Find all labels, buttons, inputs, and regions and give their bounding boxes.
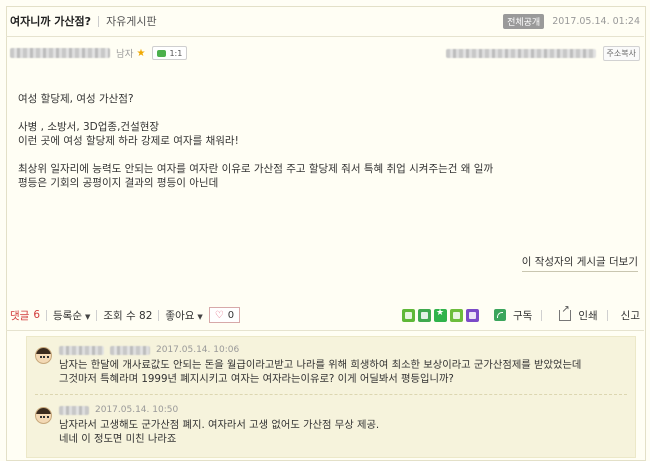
author-nickname-blurred[interactable] [10,48,110,58]
body-line: 이런 곳에 여성 할당제 하라 강제로 여자를 채워라! [18,135,239,147]
share-group: 구독 인쇄 신고 [402,304,640,323]
post-header: 여자니까 가산점? 자유게시판 전체공개 2017.05.14. 01:24 [10,11,640,31]
comment-text: 남자는 한달에 개사료값도 안되는 돈을 월급이라고받고 나라를 위해 희생하여… [59,359,582,371]
body-line: 평등은 기회의 공평이지 결과의 평등이 아닌데 [18,177,219,189]
comment-list: 2017.05.14. 10:06 남자는 한달에 개사료값도 안되는 돈을 월… [26,336,636,458]
board-link[interactable]: 자유게시판 [106,13,157,29]
post-body: 여성 할당제, 여성 가산점? 사병 , 소방서, 3D업종,건설현장 이런 곳… [18,92,630,191]
comment-text: 네네 이 정도면 미친 나라죠 [59,433,177,445]
comment-text: 남자라서 고생해도 군가산점 폐지. 여자라서 고생 없어도 가산점 무상 제공… [59,419,380,431]
share-blog-icon[interactable] [402,308,416,322]
subscribe-button[interactable]: 구독 [513,308,532,323]
like-dropdown[interactable]: 좋아요 ▼ [165,308,202,323]
comment-count[interactable]: 6 [33,309,40,321]
like-label: 좋아요 [165,309,195,322]
heart-icon: ♡ [214,309,224,321]
body-line: 여성 할당제, 여성 가산점? [18,93,134,105]
rss-icon[interactable] [494,309,507,321]
share-band-icon[interactable] [466,308,480,322]
copy-address-button[interactable]: 주소복사 [602,45,640,61]
comment-text: 그것마저 특혜라며 1999년 폐지시키고 여자는 여자라는이유로? 이게 어딜… [59,373,454,385]
share-bookmark-icon[interactable] [434,308,448,322]
view-count: 조회 수 82 [103,309,153,322]
star-icon: ★ [136,47,146,59]
comment-label[interactable]: 댓글 [10,308,29,323]
avatar[interactable] [35,347,52,364]
header-divider [6,36,644,37]
action-bar: 댓글 6 등록순▼ 조회 수 82 좋아요▼ ♡ 0 구독 인쇄 신고 [10,304,640,324]
chat-label: 1:1 [169,48,183,58]
share-icon[interactable] [559,304,572,321]
chevron-down-icon: ▼ [85,312,91,321]
like-count: 0 [227,309,235,321]
action-divider [6,330,644,331]
author-row: 남자 ★ 1:1 주소복사 [10,41,640,65]
avatar[interactable] [35,407,52,424]
sort-label: 등록순 [53,309,82,322]
body-line: 최상위 일자리에 능력도 안되는 여자를 여자란 이유로 가산점 주고 할당제 … [18,162,494,175]
comment-author-id-blurred [110,345,150,355]
post-date: 2017.05.14. 01:24 [552,15,640,27]
chevron-down-icon: ▼ [197,312,203,321]
report-button[interactable]: 신고 [621,308,640,323]
comment-item: 2017.05.14. 10:50 남자라서 고생해도 군가산점 폐지. 여자라… [35,405,627,453]
comment-date: 2017.05.14. 10:06 [156,345,240,355]
like-button[interactable]: ♡ 0 [208,307,241,323]
post-title: 여자니까 가산점? [10,15,92,28]
share-memo-icon[interactable] [450,308,464,322]
author-gender: 남자 [116,49,134,60]
chat-button[interactable]: 1:1 [152,46,188,60]
visibility-badge: 전체공개 [503,13,545,29]
sort-dropdown[interactable]: 등록순 ▼ [53,308,90,323]
print-button[interactable]: 인쇄 [578,308,597,323]
title-divider [98,15,100,27]
post-url-blurred [445,48,596,58]
comment-author-blurred[interactable] [59,405,89,415]
comment-divider [35,394,627,395]
share-cafe-icon[interactable] [418,308,432,322]
comment-author-blurred[interactable] [59,345,104,355]
comment-date: 2017.05.14. 10:50 [95,405,179,415]
chat-bubble-icon [157,49,167,57]
author-more-posts-link[interactable]: 이 작성자의 게시글 더보기 [521,254,638,272]
body-line: 사병 , 소방서, 3D업종,건설현장 [18,120,160,133]
comment-item: 2017.05.14. 10:06 남자는 한달에 개사료값도 안되는 돈을 월… [35,345,627,393]
